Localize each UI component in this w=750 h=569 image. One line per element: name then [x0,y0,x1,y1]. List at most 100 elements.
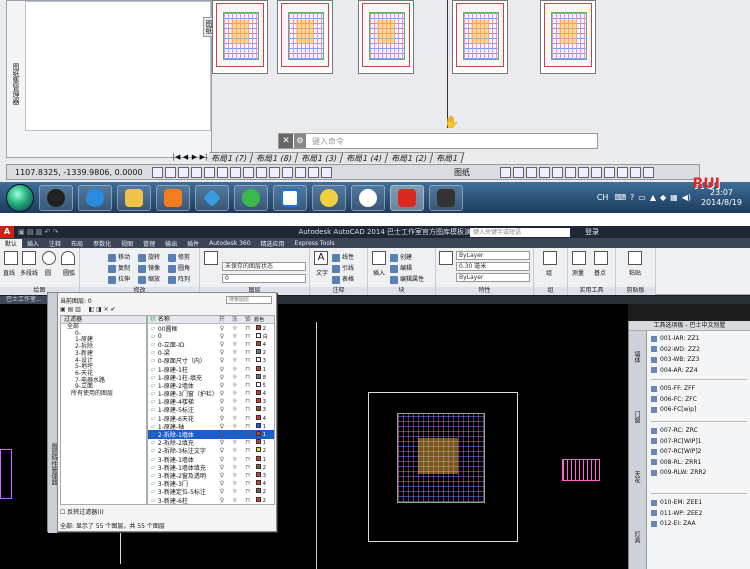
tab-manage[interactable]: 管理 [138,239,160,248]
pan-icon[interactable] [526,166,537,178]
lock-icon[interactable]: ⊓ [241,447,254,454]
lock-icon[interactable]: ⊓ [241,456,254,463]
showmotion-icon[interactable] [565,166,576,178]
paste-icon[interactable] [628,251,642,265]
quick-properties-icon[interactable] [295,166,306,178]
tab-featured-apps[interactable]: 精选应用 [256,239,290,248]
lock-icon[interactable]: ⊓ [241,366,254,373]
layer-status-icon[interactable]: ▱ [148,464,158,471]
taskbar-autocad[interactable] [390,184,424,211]
tab-plugins[interactable]: 插件 [182,239,204,248]
show-hidden-icons[interactable]: ▲ [650,193,656,202]
lock-icon[interactable]: ⊓ [241,415,254,422]
trim-button[interactable]: 修剪 [168,252,190,262]
tab-insert[interactable]: 插入 [22,239,44,248]
prev-layout-button[interactable]: ◀ [181,152,190,162]
next-layout-button[interactable]: ▶ [190,152,199,162]
tab-layout-7[interactable]: 布局1 (7) [206,151,254,163]
filter-tree-item[interactable]: 4-设计 [61,357,146,365]
layer-row[interactable]: ▱ 3-新建-6柱 ♀ ☼ ⊓ 2 [148,496,274,504]
arc-icon[interactable] [61,251,75,265]
layer-color[interactable]: 2 [254,496,274,504]
lightbulb-icon[interactable]: ♀ [215,366,228,373]
lightbulb-icon[interactable]: ♀ [215,480,228,487]
lightbulb-icon[interactable]: ♀ [215,349,228,356]
lightbulb-icon[interactable]: ♀ [215,357,228,364]
lineweight-dropdown[interactable]: 0.30 毫米 [456,262,530,271]
copy-button[interactable]: 复制 [108,263,130,273]
layout-thumbnail-3[interactable] [358,0,414,74]
lock-icon[interactable]: ⊓ [241,488,254,495]
layer-color[interactable]: 2 [254,447,274,454]
tab-layout-3[interactable]: 布局1 (3) [296,151,344,163]
layer-color[interactable]: 2 [254,463,274,471]
base-point-button[interactable]: 基点 [594,268,606,277]
filter-tree-item[interactable]: 全部 [61,323,146,331]
lightbulb-icon[interactable]: ♀ [215,472,228,479]
layer-status-icon[interactable]: ▱ [148,382,158,389]
palette-tool-item[interactable]: 007-RC[WIP]2 [651,448,702,455]
insert-block-button[interactable]: 插入 [373,268,385,277]
palette-tool-item[interactable]: 004-AR: ZZ4 [651,367,698,374]
layer-status-icon[interactable]: ▱ [148,357,158,364]
palette-tool-item[interactable]: 012-EI: ZAA [651,520,696,527]
network-icon[interactable]: ▦ [670,193,678,202]
lightbulb-icon[interactable]: ♀ [215,333,228,340]
workspace-switching-icon[interactable] [591,166,602,178]
lightbulb-icon[interactable]: ♀ [215,374,228,381]
lock-icon[interactable]: ⊓ [241,423,254,430]
sun-icon[interactable]: ☼ [228,382,241,389]
taskbar-file-explorer[interactable] [117,184,151,211]
lock-icon[interactable]: ⊓ [241,480,254,487]
sun-icon[interactable]: ☼ [228,431,241,438]
tab-view[interactable]: 视图 [116,239,138,248]
layer-status-icon[interactable]: ▱ [148,497,158,504]
snap-mode-icon[interactable] [152,166,163,178]
layer-name[interactable]: 00圆框 [158,324,216,333]
hardware-acceleration-icon[interactable] [617,166,628,178]
palette-tool-item[interactable]: 009-RLW: ZRR2 [651,469,706,476]
filter-tree-item[interactable]: 1-原建 [61,337,146,344]
lock-icon[interactable]: ⊓ [241,390,254,397]
palette-tool-item[interactable]: 002-WD: ZZ2 [651,346,700,353]
filter-tree-item[interactable]: 0- [61,330,146,338]
lock-icon[interactable]: ⊓ [241,439,254,446]
layer-status-icon[interactable]: ▱ [148,341,158,348]
security-icon[interactable]: ◆ [660,193,666,202]
match-properties-icon[interactable] [439,251,453,265]
tab-layout-2[interactable]: 布局1 (2) [386,151,434,163]
text-button[interactable]: 文字 [316,268,328,277]
taskbar-cloud-sync[interactable] [273,184,307,211]
polyline-button[interactable]: 多段线 [20,268,38,277]
name-column-header[interactable]: 名称 [158,316,216,323]
sun-icon[interactable]: ☼ [228,456,241,463]
current-layer-dropdown[interactable]: 0 [222,274,306,283]
table-button[interactable]: 表格 [332,274,354,284]
filter-tree-item[interactable]: 2-拆除 [61,343,146,351]
layer-color[interactable]: 1 [254,422,274,430]
paste-button[interactable]: 粘贴 [629,268,641,277]
sun-icon[interactable]: ☼ [228,333,241,340]
layer-state-dropdown[interactable]: 未保存的图层状态 [222,262,306,271]
palette-tab-walls[interactable]: 墙体 [632,351,641,363]
isolate-objects-icon[interactable] [630,166,641,178]
edit-block-button[interactable]: 编辑 [390,263,412,273]
layer-color[interactable]: 1 [254,439,274,446]
filter-tree-item[interactable]: 所有使用的图层 [61,390,146,398]
layer-row[interactable]: ▱ 00圆框 ♀ ☼ ⊓ 2 [148,324,274,333]
sun-icon[interactable]: ☼ [228,357,241,364]
layer-color[interactable]: 4 [254,390,274,397]
layer-status-icon[interactable]: ▱ [148,390,158,397]
create-block-button[interactable]: 创建 [390,252,412,262]
layer-color[interactable]: 4 [254,480,274,487]
lock-icon[interactable]: ⊓ [241,497,254,504]
sun-icon[interactable]: ☼ [228,341,241,348]
circle-button[interactable]: 圆 [45,268,51,277]
lineweight-icon[interactable] [269,166,280,178]
fillet-button[interactable]: 圆角 [168,263,190,273]
layer-search-input[interactable]: 搜索图层 [226,296,272,304]
taskbar-360-guard[interactable] [312,184,346,211]
on-column-header[interactable]: 开 [215,316,228,323]
lightbulb-icon[interactable]: ♀ [215,497,228,504]
palette-tool-item[interactable]: 005-FF: ZFF [651,385,695,392]
